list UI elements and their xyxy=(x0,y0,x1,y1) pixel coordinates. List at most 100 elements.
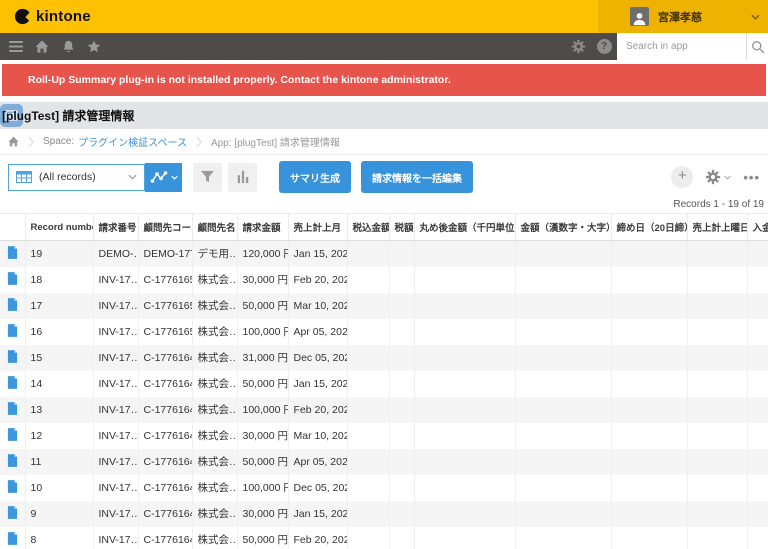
filter-button[interactable] xyxy=(193,163,222,192)
graph-view-switch-button[interactable] xyxy=(145,163,182,192)
record-open-icon[interactable] xyxy=(0,449,25,475)
table-cell xyxy=(515,345,611,371)
home-button[interactable] xyxy=(29,33,55,60)
table-cell: C-17761649… xyxy=(138,397,192,423)
record-open-icon[interactable] xyxy=(0,501,25,527)
search-button[interactable] xyxy=(746,33,768,60)
table-cell xyxy=(611,527,687,549)
records-table: Record number請求番号顧問先コード顧問先名請求金額売上計上月税込金額… xyxy=(0,213,768,549)
table-row[interactable]: 15INV-17…C-17761649…株式会…31,000 円Dec 05, … xyxy=(0,345,768,371)
column-header[interactable]: 入金 xyxy=(747,214,768,241)
table-row[interactable]: 19DEMO-…DEMO-1776…デモ用…120,000 円Jan 15, 2… xyxy=(0,241,768,267)
table-cell xyxy=(687,423,747,449)
table-cell xyxy=(747,475,768,501)
table-cell: 株式会… xyxy=(192,319,237,345)
record-open-icon[interactable] xyxy=(0,267,25,293)
question-icon: ? xyxy=(597,39,612,54)
table-cell: INV-17… xyxy=(93,319,138,345)
table-row[interactable]: 13INV-17…C-17761649…株式会…100,000 円Feb 20,… xyxy=(0,397,768,423)
table-row[interactable]: 9INV-17…C-17761642…株式会…30,000 円Jan 15, 2… xyxy=(0,501,768,527)
table-cell xyxy=(515,241,611,267)
notifications-bell-button[interactable] xyxy=(55,33,81,60)
table-cell xyxy=(347,293,389,319)
table-view-icon xyxy=(16,171,32,183)
chevron-down-icon xyxy=(171,175,178,180)
record-open-icon[interactable] xyxy=(0,475,25,501)
hamburger-menu-button[interactable] xyxy=(3,33,29,60)
column-header[interactable]: 税額 xyxy=(389,214,414,241)
table-cell: Mar 10, 2026 xyxy=(288,293,347,319)
table-cell: 31,000 円 xyxy=(237,345,288,371)
chevron-down-icon xyxy=(128,174,137,180)
table-row[interactable]: 16INV-17…C-17761658…株式会…100,000 円Apr 05,… xyxy=(0,319,768,345)
table-cell: Feb 20, 2026 xyxy=(288,267,347,293)
more-options-button[interactable]: ••• xyxy=(743,170,760,185)
table-cell: 12 xyxy=(25,423,93,449)
table-row[interactable]: 18INV-17…C-17761658…株式会…30,000 円Feb 20, … xyxy=(0,267,768,293)
table-cell xyxy=(611,501,687,527)
chevron-down-icon xyxy=(751,14,760,20)
record-open-icon[interactable] xyxy=(0,241,25,267)
settings-gear-button[interactable] xyxy=(565,33,591,60)
user-menu[interactable]: 宮澤孝慈 xyxy=(598,0,768,33)
record-open-icon[interactable] xyxy=(0,371,25,397)
record-open-icon[interactable] xyxy=(0,345,25,371)
column-header[interactable]: 税込金額 xyxy=(347,214,389,241)
table-cell: 9 xyxy=(25,501,93,527)
column-header[interactable]: 請求番号 xyxy=(93,214,138,241)
column-header[interactable]: 金額（漢数字・大字） xyxy=(515,214,611,241)
column-header[interactable]: 丸め後金額（千円単位） xyxy=(414,214,515,241)
column-header[interactable]: 締め日（20日締） xyxy=(611,214,687,241)
table-cell xyxy=(389,371,414,397)
breadcrumb-space-link[interactable]: プラグイン検証スペース xyxy=(78,134,187,149)
node-graph-icon xyxy=(150,170,168,184)
table-cell: デモ用… xyxy=(192,241,237,267)
table-row[interactable]: 14INV-17…C-17761649…株式会…50,000 円Jan 15, … xyxy=(0,371,768,397)
table-cell: C-17761642… xyxy=(138,501,192,527)
table-row[interactable]: 17INV-17…C-17761658…株式会…50,000 円Mar 10, … xyxy=(0,293,768,319)
record-open-icon[interactable] xyxy=(0,293,25,319)
table-cell: 100,000 円 xyxy=(237,397,288,423)
column-header[interactable]: 売上計上月 xyxy=(288,214,347,241)
record-open-icon[interactable] xyxy=(0,319,25,345)
table-cell xyxy=(389,527,414,549)
search-input[interactable] xyxy=(617,41,746,52)
column-header[interactable]: 売上計上曜日 xyxy=(687,214,747,241)
table-row[interactable]: 11INV-17…C-17761647…株式会…50,000 円Apr 05, … xyxy=(0,449,768,475)
column-header[interactable]: Record number xyxy=(25,214,93,241)
breadcrumb-home-icon[interactable] xyxy=(8,136,19,147)
table-cell: DEMO-1776… xyxy=(138,241,192,267)
column-header[interactable]: 顧問先コード xyxy=(138,214,192,241)
bulk-edit-invoices-button[interactable]: 請求情報を一括編集 xyxy=(361,161,473,193)
help-button[interactable]: ? xyxy=(591,33,617,60)
record-open-icon[interactable] xyxy=(0,397,25,423)
view-selector-dropdown[interactable]: (All records) xyxy=(8,164,145,191)
table-cell: Jan 15, 2026 xyxy=(288,241,347,267)
table-cell: 株式会… xyxy=(192,267,237,293)
table-row[interactable]: 10INV-17…C-17761647…株式会…100,000 円Dec 05,… xyxy=(0,475,768,501)
table-cell xyxy=(347,501,389,527)
add-record-button[interactable]: + xyxy=(671,166,693,188)
view-selector-label: (All records) xyxy=(39,171,96,183)
table-cell: INV-17… xyxy=(93,397,138,423)
app-settings-button[interactable] xyxy=(705,169,731,185)
kintone-logo[interactable]: kintone xyxy=(14,8,91,25)
table-row[interactable]: 8INV-17…C-17761642…株式会…50,000 円Feb 20, 2… xyxy=(0,527,768,549)
table-cell: 14 xyxy=(25,371,93,397)
table-row[interactable]: 12INV-17…C-17761647…株式会…30,000 円Mar 10, … xyxy=(0,423,768,449)
column-header[interactable]: 請求金額 xyxy=(237,214,288,241)
table-cell xyxy=(611,293,687,319)
column-header[interactable]: 顧問先名 xyxy=(192,214,237,241)
record-open-icon[interactable] xyxy=(0,527,25,549)
table-cell: Dec 05, 2025 xyxy=(288,345,347,371)
chart-button[interactable] xyxy=(228,163,257,192)
table-cell xyxy=(515,371,611,397)
record-open-icon[interactable] xyxy=(0,423,25,449)
table-cell xyxy=(347,397,389,423)
table-cell: INV-17… xyxy=(93,267,138,293)
favorites-star-button[interactable] xyxy=(81,33,107,60)
table-cell: 10 xyxy=(25,475,93,501)
generate-summary-button[interactable]: サマリ生成 xyxy=(279,161,351,193)
table-cell: INV-17… xyxy=(93,449,138,475)
table-cell xyxy=(347,527,389,549)
